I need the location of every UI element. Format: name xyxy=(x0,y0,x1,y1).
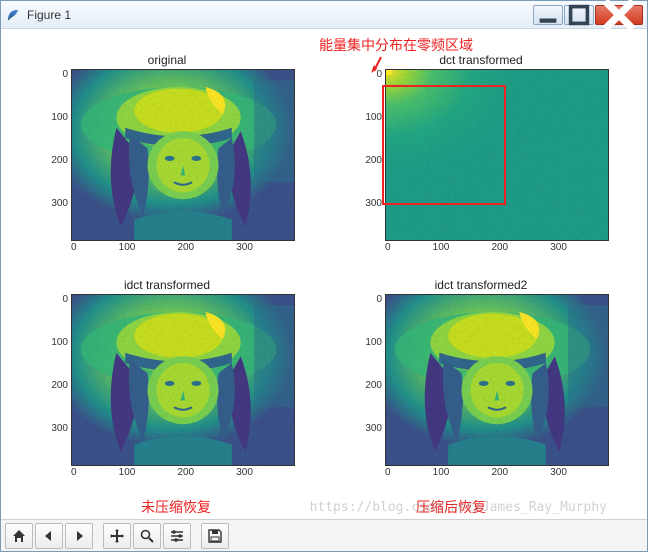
titlebar[interactable]: Figure 1 xyxy=(1,1,647,29)
minimize-button[interactable] xyxy=(533,5,563,25)
y-ticks: 0100200300 xyxy=(353,294,385,466)
annotation-compressed: 压缩后恢复 xyxy=(416,497,486,517)
image-idct xyxy=(71,294,295,466)
x-ticks: 0100200300 xyxy=(71,242,295,253)
save-button[interactable] xyxy=(201,523,229,549)
window-title: Figure 1 xyxy=(27,8,532,22)
move-icon xyxy=(109,528,125,544)
mpl-toolbar xyxy=(1,519,647,551)
x-ticks: 0100200300 xyxy=(385,242,609,253)
save-icon xyxy=(207,528,223,544)
home-icon xyxy=(11,528,27,544)
figure-window: Figure 1 能量集中分布在零频区域 original 0100200300 xyxy=(0,0,648,552)
subplot-idct2: idct transformed2 0100200300 0100200300 xyxy=(325,278,637,499)
x-ticks: 0100200300 xyxy=(71,467,295,478)
home-button[interactable] xyxy=(5,523,33,549)
y-ticks: 0100200300 xyxy=(39,69,71,241)
highlight-box xyxy=(382,85,506,205)
subplot-title: original xyxy=(148,53,187,69)
zoom-button[interactable] xyxy=(133,523,161,549)
close-button[interactable] xyxy=(595,5,643,25)
image-idct2 xyxy=(385,294,609,466)
maximize-button[interactable] xyxy=(564,5,594,25)
subplot-idct: idct transformed 0100200300 0100200300 xyxy=(11,278,323,499)
x-ticks: 0100200300 xyxy=(385,467,609,478)
zoom-icon xyxy=(139,528,155,544)
pan-button[interactable] xyxy=(103,523,131,549)
sliders-icon xyxy=(169,528,185,544)
subplots-button[interactable] xyxy=(163,523,191,549)
figure-canvas[interactable]: 能量集中分布在零频区域 original 0100200300 01002003… xyxy=(1,29,647,519)
forward-button[interactable] xyxy=(65,523,93,549)
arrow-right-icon xyxy=(71,528,87,544)
y-ticks: 0100200300 xyxy=(39,294,71,466)
annotation-uncompressed: 未压缩恢复 xyxy=(141,497,211,517)
image-original xyxy=(71,69,295,241)
tk-feather-icon xyxy=(5,7,21,23)
subplot-title: idct transformed2 xyxy=(435,278,528,294)
back-button[interactable] xyxy=(35,523,63,549)
subplot-original: original 0100200300 0100200300 xyxy=(11,53,323,274)
subplot-title: idct transformed xyxy=(124,278,210,294)
annotation-energy: 能量集中分布在零频区域 xyxy=(319,35,473,55)
arrow-left-icon xyxy=(41,528,57,544)
subplot-title: dct transformed xyxy=(439,53,522,69)
y-ticks: 0100200300 xyxy=(353,69,385,241)
